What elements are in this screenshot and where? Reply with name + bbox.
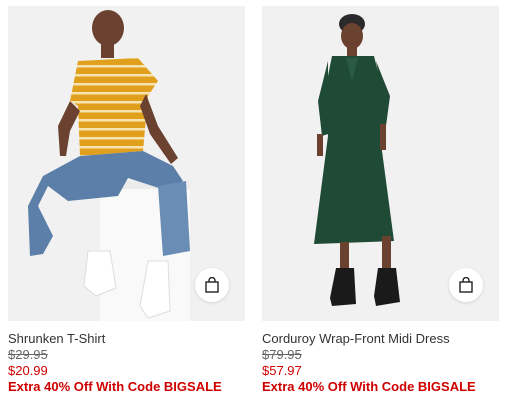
product-card[interactable]: Shrunken T-Shirt $29.95 $20.99 Extra 40%… — [8, 6, 245, 395]
promo-text: Extra 40% Off With Code BIGSALE — [8, 379, 222, 394]
product-image[interactable] — [8, 6, 245, 321]
original-price: $29.95 — [8, 347, 48, 362]
product-image[interactable] — [262, 6, 499, 321]
original-price: $79.95 — [262, 347, 302, 362]
sale-price: $20.99 — [8, 363, 48, 378]
sale-price: $57.97 — [262, 363, 302, 378]
product-name[interactable]: Shrunken T-Shirt — [8, 331, 245, 347]
add-to-bag-button[interactable] — [195, 268, 229, 302]
promo-text: Extra 40% Off With Code BIGSALE — [262, 379, 476, 394]
shopping-bag-icon — [205, 277, 219, 293]
product-grid: Shrunken T-Shirt $29.95 $20.99 Extra 40%… — [0, 0, 507, 405]
product-name[interactable]: Corduroy Wrap-Front Midi Dress — [262, 331, 499, 347]
add-to-bag-button[interactable] — [449, 268, 483, 302]
product-card[interactable]: Corduroy Wrap-Front Midi Dress $79.95 $5… — [262, 6, 499, 395]
shopping-bag-icon — [459, 277, 473, 293]
product-info: Shrunken T-Shirt $29.95 $20.99 Extra 40%… — [8, 321, 245, 395]
product-info: Corduroy Wrap-Front Midi Dress $79.95 $5… — [262, 321, 499, 395]
